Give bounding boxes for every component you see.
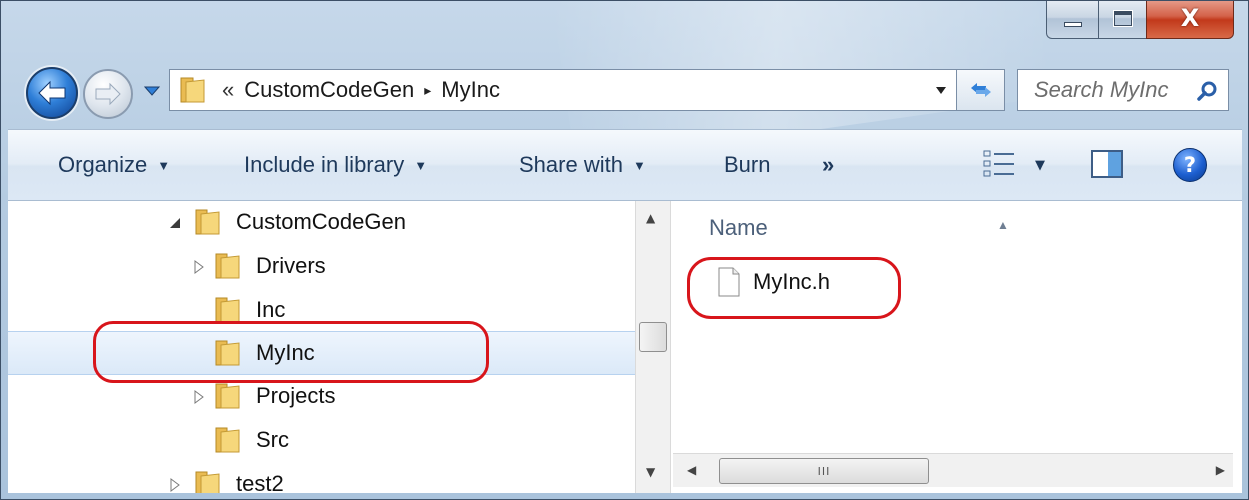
more-commands-button[interactable]: » <box>822 152 834 178</box>
tree-item-label: MyInc <box>256 340 315 365</box>
collapsed-triangle-icon[interactable] <box>192 390 206 404</box>
scrollbar-thumb[interactable]: III <box>719 458 929 484</box>
folder-icon <box>195 209 220 235</box>
share-with-label: Share with <box>519 152 623 177</box>
folder-icon <box>180 77 205 103</box>
tree-item-label: test2 <box>236 471 284 493</box>
tree-item-projects[interactable]: Projects <box>8 375 635 419</box>
burn-label: Burn <box>724 152 771 177</box>
scroll-left-arrow-icon[interactable]: ◀ <box>687 463 696 477</box>
navigation-pane[interactable]: CustomCodeGen Drivers Inc MyInc Projects… <box>8 201 635 493</box>
scroll-down-arrow-icon[interactable]: ▼ <box>646 465 655 479</box>
maximize-icon <box>1112 9 1133 27</box>
scrollbar-thumb[interactable] <box>639 322 667 352</box>
burn-button[interactable]: Burn <box>724 152 770 178</box>
content-area: CustomCodeGen Drivers Inc MyInc Projects… <box>8 201 1242 493</box>
back-arrow-icon <box>38 80 66 106</box>
tree-item-customcodegen[interactable]: CustomCodeGen <box>8 201 635 245</box>
expanded-triangle-icon[interactable] <box>168 216 182 230</box>
minimize-icon <box>1063 21 1082 27</box>
details-view-icon <box>983 150 1014 177</box>
include-in-library-label: Include in library <box>244 152 405 177</box>
folder-icon <box>215 340 240 366</box>
tree-item-myinc[interactable]: MyInc <box>8 331 635 375</box>
folder-icon <box>215 253 240 279</box>
tree-item-src[interactable]: Src <box>8 419 635 463</box>
change-view-button[interactable] <box>982 148 1016 184</box>
chevron-down-icon: ▼ <box>632 157 646 173</box>
search-icon[interactable] <box>1196 80 1218 102</box>
share-with-button[interactable]: Share with ▼ <box>519 152 646 178</box>
header-file-icon <box>718 267 740 297</box>
view-options-dropdown[interactable]: ▼ <box>1035 158 1045 173</box>
help-icon: ? <box>1183 153 1197 177</box>
tree-item-test2[interactable]: test2 <box>8 463 635 493</box>
help-button[interactable]: ? <box>1173 148 1207 182</box>
more-commands-label: » <box>822 152 835 177</box>
recent-locations-button[interactable] <box>142 81 162 101</box>
tree-item-label: Projects <box>256 383 336 408</box>
preview-pane-button[interactable] <box>1090 148 1124 184</box>
file-list-pane[interactable]: Name ▲ MyInc.h ◀ III ▶ <box>671 201 1242 493</box>
address-dropdown-button[interactable] <box>934 82 948 101</box>
breadcrumb-customcodegen[interactable]: CustomCodeGen <box>244 77 414 103</box>
tree-item-inc[interactable]: Inc <box>8 289 635 333</box>
name-column-header[interactable]: Name ▲ <box>709 215 1009 241</box>
navigation-scrollbar[interactable]: ▲ ▼ <box>635 201 671 493</box>
forward-button[interactable] <box>83 69 133 119</box>
address-overflow-chevron[interactable]: « <box>222 77 234 103</box>
search-input[interactable]: Search MyInc <box>1017 69 1229 111</box>
collapsed-triangle-icon[interactable] <box>192 260 206 274</box>
explorer-window: X « CustomCodeGen ▸ MyInc Search MyInc O… <box>0 0 1249 500</box>
chevron-down-icon <box>936 87 946 94</box>
tree-item-label: Src <box>256 427 289 452</box>
organize-button[interactable]: Organize ▼ <box>58 152 170 178</box>
scroll-right-arrow-icon[interactable]: ▶ <box>1216 463 1225 477</box>
preview-pane-icon <box>1091 150 1123 178</box>
collapsed-triangle-icon[interactable] <box>168 478 182 492</box>
command-bar: Organize ▼ Include in library ▼ Share wi… <box>8 129 1242 201</box>
search-placeholder: Search MyInc <box>1034 77 1169 102</box>
folder-icon <box>215 297 240 323</box>
chevron-down-icon: ▼ <box>157 157 171 173</box>
breadcrumb-myinc[interactable]: MyInc <box>441 77 500 103</box>
refresh-button[interactable] <box>957 69 1005 111</box>
maximize-button[interactable] <box>1098 1 1146 39</box>
caption-buttons: X <box>1046 1 1234 39</box>
chevron-down-icon: ▼ <box>414 157 428 173</box>
file-name: MyInc.h <box>753 269 831 294</box>
close-icon: X <box>1180 4 1200 32</box>
scrollbar-grip: III <box>817 464 831 478</box>
tree-item-label: Drivers <box>256 253 326 278</box>
include-in-library-button[interactable]: Include in library ▼ <box>244 152 427 178</box>
organize-label: Organize <box>58 152 148 177</box>
folder-icon <box>195 471 220 493</box>
breadcrumb-separator[interactable]: ▸ <box>424 82 431 99</box>
back-button[interactable] <box>26 67 78 119</box>
forward-arrow-icon <box>95 82 121 106</box>
column-header-label: Name <box>709 215 768 240</box>
tree-item-label: CustomCodeGen <box>236 209 406 234</box>
folder-icon <box>215 383 240 409</box>
file-item-myinc-h[interactable]: MyInc.h <box>717 267 830 297</box>
chevron-down-icon <box>144 86 160 96</box>
horizontal-scrollbar[interactable]: ◀ III ▶ <box>673 453 1233 487</box>
tree-item-drivers[interactable]: Drivers <box>8 245 635 289</box>
tree-item-label: Inc <box>256 297 286 322</box>
scroll-up-arrow-icon[interactable]: ▲ <box>646 211 655 225</box>
refresh-icon <box>970 83 991 97</box>
sort-ascending-icon: ▲ <box>997 218 1009 232</box>
folder-icon <box>215 427 240 453</box>
close-button[interactable]: X <box>1146 1 1234 39</box>
minimize-button[interactable] <box>1046 1 1098 39</box>
address-bar[interactable]: « CustomCodeGen ▸ MyInc <box>169 69 957 111</box>
